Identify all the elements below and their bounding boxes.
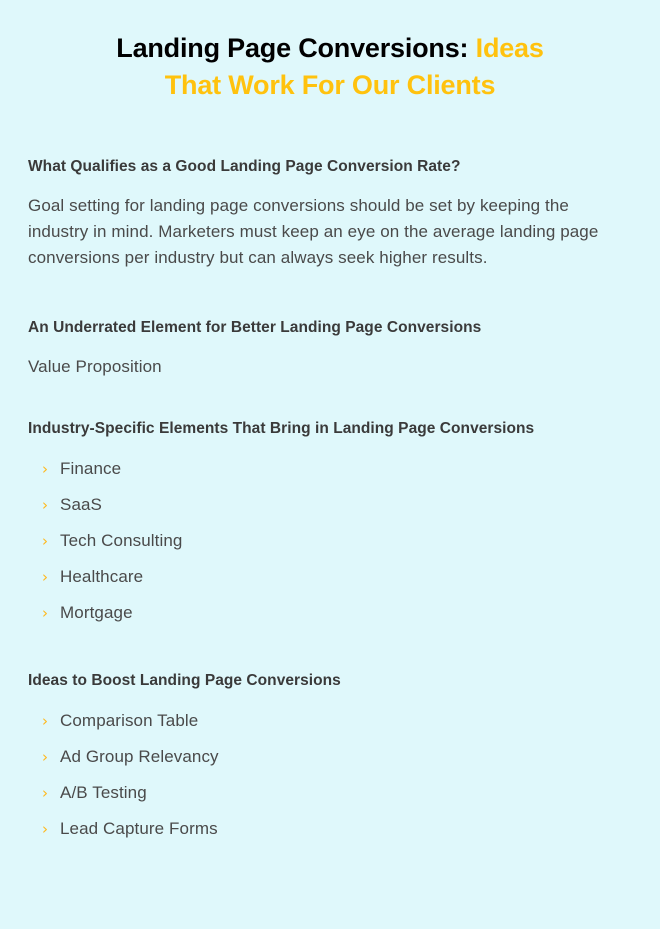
section-heading-ideas-to-boost: Ideas to Boost Landing Page Conversions — [28, 672, 341, 689]
list-item-label: SaaS — [60, 495, 102, 514]
page-title: Landing Page Conversions: Ideas That Work… — [28, 30, 632, 104]
list-item[interactable]: › Healthcare — [42, 566, 632, 588]
chevron-right-icon: › — [42, 460, 48, 478]
list-item-label: Ad Group Relevancy — [60, 747, 219, 766]
chevron-right-icon: › — [42, 496, 48, 514]
list-item[interactable]: › Tech Consulting — [42, 530, 632, 552]
page-title-accent-two: That Work For Our Clients — [164, 70, 496, 100]
chevron-right-icon: › — [42, 820, 48, 838]
section-underrated-element: An Underrated Element for Better Landing… — [28, 317, 632, 380]
list-item-label: Lead Capture Forms — [60, 819, 218, 838]
chevron-right-icon: › — [42, 604, 48, 622]
article-content: What Qualifies as a Good Landing Page Co… — [0, 156, 660, 840]
section-heading-conversion-rate: What Qualifies as a Good Landing Page Co… — [28, 158, 461, 175]
list-item[interactable]: › Mortgage — [42, 602, 632, 624]
list-item-label: Comparison Table — [60, 711, 199, 730]
list-item-label: Healthcare — [60, 567, 144, 586]
page-title-lead: Landing Page Conversions: — [116, 33, 469, 63]
list-item[interactable]: › Finance — [42, 458, 632, 480]
list-item[interactable]: › Lead Capture Forms — [42, 818, 632, 840]
ideas-to-boost-list: › Comparison Table › Ad Group Relevancy … — [28, 710, 632, 840]
industry-specific-list: › Finance › SaaS › Tech Consulting › Hea… — [28, 458, 632, 624]
page-title-accent-one: Ideas — [468, 33, 544, 63]
chevron-right-icon: › — [42, 532, 48, 550]
page-title-block: Landing Page Conversions: Ideas That Work… — [0, 0, 660, 104]
list-item[interactable]: › Comparison Table — [42, 710, 632, 732]
list-item-label: Tech Consulting — [60, 531, 183, 550]
list-item[interactable]: › A/B Testing — [42, 782, 632, 804]
chevron-right-icon: › — [42, 748, 48, 766]
chevron-right-icon: › — [42, 568, 48, 586]
list-item-label: A/B Testing — [60, 783, 147, 802]
section-conversion-rate: What Qualifies as a Good Landing Page Co… — [28, 156, 632, 271]
section-industry-specific: Industry-Specific Elements That Bring in… — [28, 418, 632, 624]
section-heading-industry-specific: Industry-Specific Elements That Bring in… — [28, 420, 535, 437]
section-paragraph-conversion-rate: Goal setting for landing page conversion… — [28, 196, 599, 267]
list-item[interactable]: › Ad Group Relevancy — [42, 746, 632, 768]
section-paragraph-underrated-element: Value Proposition — [28, 357, 162, 376]
list-item[interactable]: › SaaS — [42, 494, 632, 516]
article-page: Landing Page Conversions: Ideas That Work… — [0, 0, 660, 929]
section-heading-underrated-element: An Underrated Element for Better Landing… — [28, 319, 482, 336]
list-item-label: Finance — [60, 459, 122, 478]
section-ideas-to-boost: Ideas to Boost Landing Page Conversions … — [28, 670, 632, 840]
chevron-right-icon: › — [42, 712, 48, 730]
list-item-label: Mortgage — [60, 603, 133, 622]
chevron-right-icon: › — [42, 784, 48, 802]
